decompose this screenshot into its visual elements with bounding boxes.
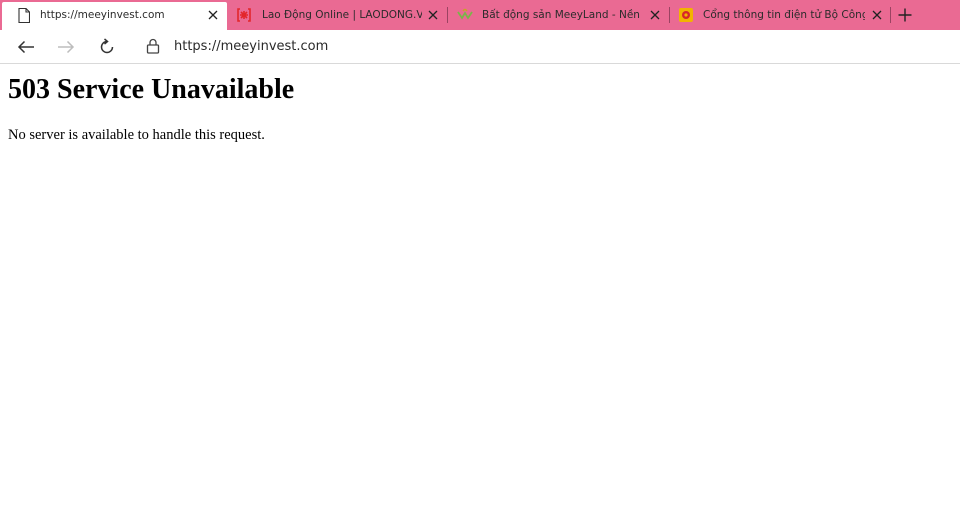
page-icon <box>16 7 32 23</box>
close-icon[interactable] <box>205 7 221 23</box>
arrow-left-icon <box>17 40 34 54</box>
url-scheme: https:// <box>174 39 221 54</box>
back-button[interactable] <box>14 36 38 58</box>
tab-title: Cổng thông tin điện tử Bộ Công Thương <box>703 9 865 21</box>
tab-laodong[interactable]: Lao Động Online | LAODONG.VN <box>227 0 447 30</box>
laodong-favicon-icon <box>236 7 252 23</box>
reload-button[interactable] <box>95 36 119 58</box>
tab-strip: https://meeyinvest.com Lao Động Online |… <box>0 0 960 30</box>
url-text: https://meeyinvest.com <box>174 39 328 55</box>
lock-icon <box>146 38 160 54</box>
error-heading: 503 Service Unavailable <box>8 74 295 105</box>
arrow-right-icon <box>58 40 75 54</box>
moit-favicon-icon <box>678 7 694 23</box>
tab-title: Bất động sản MeeyLand - Nền tảng <box>482 9 642 21</box>
url-host: meeyinvest.com <box>220 39 329 54</box>
new-tab-button[interactable] <box>895 6 915 24</box>
tab-title: https://meeyinvest.com <box>40 9 165 21</box>
error-message: No server is available to handle this re… <box>8 127 265 143</box>
tab-meeyland[interactable]: Bất động sản MeeyLand - Nền tảng <box>448 0 669 30</box>
page-content: 503 Service Unavailable No server is ava… <box>0 64 960 515</box>
tab-title: Lao Động Online | LAODONG.VN <box>262 9 422 21</box>
forward-button[interactable] <box>54 36 78 58</box>
tab-separator <box>890 7 891 23</box>
close-icon[interactable] <box>425 7 441 23</box>
navigation-toolbar: https://meeyinvest.com <box>0 30 960 64</box>
refresh-icon <box>100 38 114 54</box>
tab-moit[interactable]: Cổng thông tin điện tử Bộ Công Thương <box>670 0 890 30</box>
close-icon[interactable] <box>647 7 663 23</box>
address-bar[interactable]: https://meeyinvest.com <box>136 32 956 60</box>
meeyland-favicon-icon <box>457 7 473 23</box>
close-icon[interactable] <box>869 7 885 23</box>
plus-icon <box>898 8 912 22</box>
tab-meeyinvest[interactable]: https://meeyinvest.com <box>2 2 227 30</box>
